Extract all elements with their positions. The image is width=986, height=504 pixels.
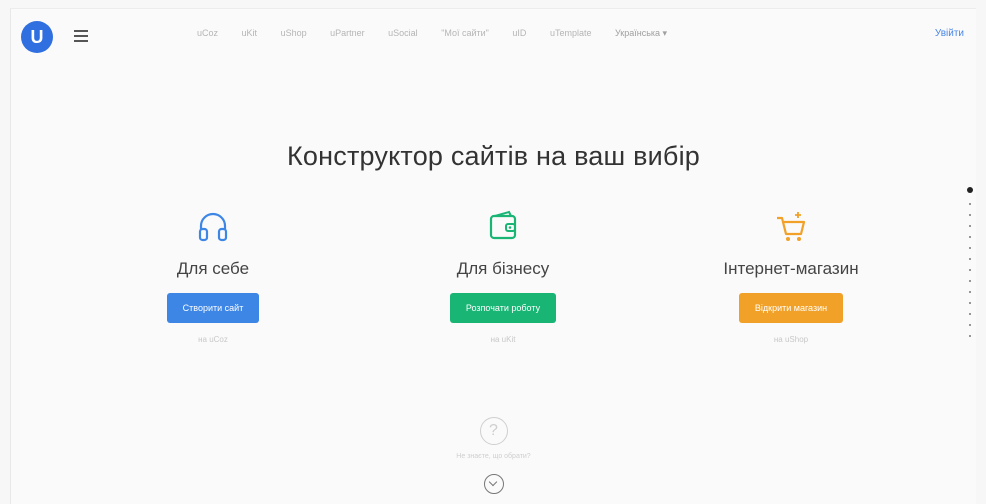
pager-dot[interactable] — [969, 291, 971, 293]
hamburger-menu-icon[interactable] — [74, 30, 88, 42]
pager-dot[interactable] — [969, 247, 971, 249]
card-personal: Для себе Створити сайт на uCoz — [108, 207, 318, 344]
pager-dot[interactable] — [969, 269, 971, 271]
help-text[interactable]: Не знаєте, що обрати? — [11, 453, 976, 460]
wallet-icon — [398, 207, 608, 247]
pager-dot[interactable] — [969, 335, 971, 337]
pager-dot[interactable] — [969, 313, 971, 315]
help-section: ? Не знаєте, що обрати? — [11, 417, 976, 494]
pager-dot[interactable] — [969, 280, 971, 282]
nav-item-usocial[interactable]: uSocial — [388, 28, 418, 38]
shopping-cart-icon — [686, 207, 896, 247]
hero-title: Конструктор сайтів на ваш вибір — [286, 141, 700, 171]
card-shop: Інтернет-магазин Відкрити магазин на uSh… — [686, 207, 896, 344]
card-note: на uCoz — [198, 335, 228, 344]
card-business: Для бізнесу Розпочати роботу на uKit — [398, 207, 608, 344]
pager-dot[interactable] — [969, 214, 971, 216]
nav-item-ushop[interactable]: uShop — [281, 28, 307, 38]
nav-item-my-sites[interactable]: "Мої сайти" — [441, 28, 489, 38]
chevron-down-circle-icon[interactable] — [483, 474, 504, 494]
nav-item-ukit[interactable]: uKit — [242, 28, 258, 38]
card-note: на uKit — [490, 335, 516, 344]
card-title: Для себе — [176, 259, 250, 278]
top-navigation: uCoz uKit uShop uPartner uSocial "Мої са… — [197, 28, 688, 39]
pager-dot[interactable] — [969, 258, 971, 260]
nav-item-upartner[interactable]: uPartner — [330, 28, 365, 38]
card-title: Для бізнесу — [456, 259, 550, 278]
login-link[interactable]: Увійти — [935, 28, 964, 39]
card-note: на uShop — [773, 335, 809, 344]
top-header: U uCoz uKit uShop uPartner uSocial "Мої … — [11, 9, 976, 67]
card-title: Інтернет-магазин — [723, 259, 859, 278]
headphones-icon — [108, 207, 318, 247]
pager-dot[interactable] — [969, 225, 971, 227]
question-circle-icon[interactable]: ? — [479, 417, 508, 445]
create-site-button[interactable]: Створити сайт — [166, 293, 260, 323]
section-pager — [966, 187, 974, 346]
nav-item-ucoz[interactable]: uCoz — [197, 28, 218, 38]
nav-item-uid[interactable]: uID — [512, 28, 526, 38]
start-work-button[interactable]: Розпочати роботу — [449, 293, 557, 323]
ucoz-logo[interactable]: U — [21, 21, 53, 53]
nav-item-utemplate[interactable]: uTemplate — [550, 28, 592, 38]
pager-dot-active[interactable] — [967, 187, 973, 193]
open-shop-button[interactable]: Відкрити магазин — [738, 293, 844, 323]
pager-dot[interactable] — [969, 302, 971, 304]
language-select[interactable]: Українська ▾ — [615, 28, 667, 39]
pager-dot[interactable] — [969, 236, 971, 238]
page-frame: U uCoz uKit uShop uPartner uSocial "Мої … — [10, 8, 976, 504]
pager-dot[interactable] — [969, 203, 971, 205]
pager-dot[interactable] — [969, 324, 971, 326]
